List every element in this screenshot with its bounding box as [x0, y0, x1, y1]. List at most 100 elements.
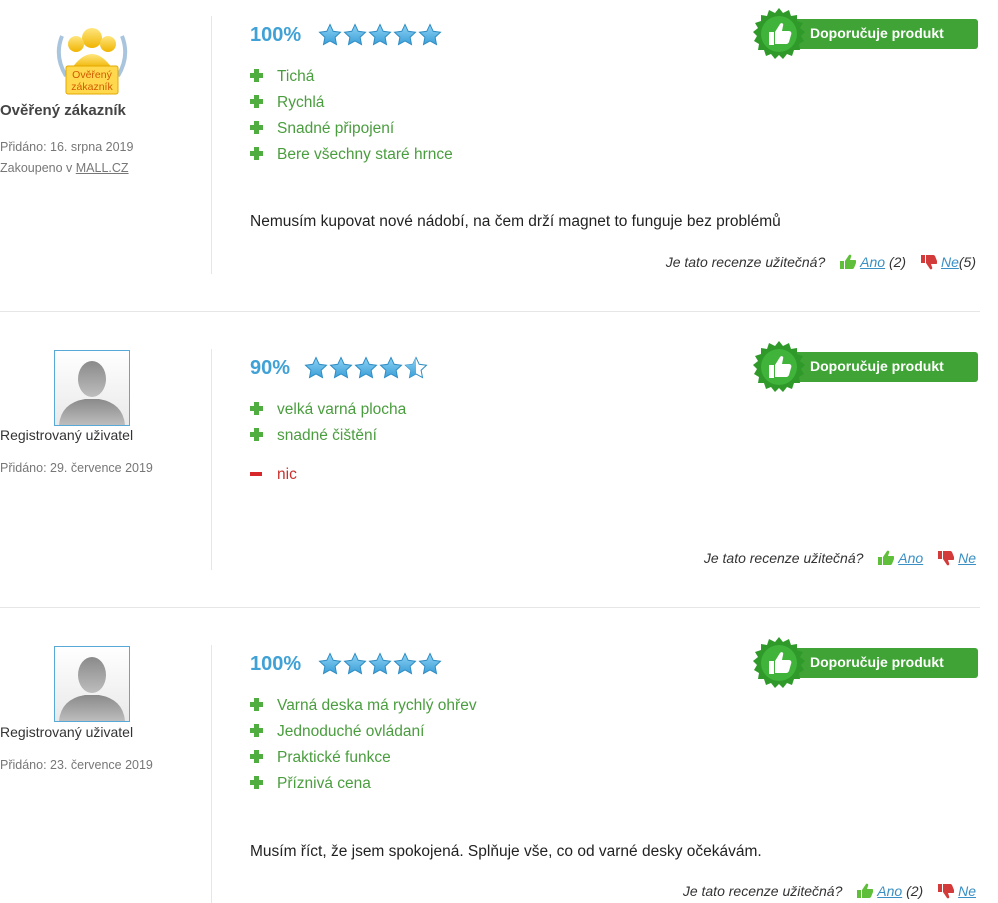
helpful-vote: Je tato recenze užitečná? Ano (2) Ne(5) [666, 254, 976, 270]
star-icon [343, 652, 367, 675]
verified-customer-badge-icon: Ověřený zákazník [52, 18, 132, 98]
star-icon [329, 356, 353, 379]
pro-item: snadné čištění [250, 425, 377, 447]
reviewer-name: Registrovaný uživatel [0, 427, 134, 443]
recommends-product-badge: Doporučuje produkt [752, 340, 980, 394]
star-icon [418, 652, 442, 675]
review-date: Přidáno: 29. července 2019 [0, 461, 153, 475]
plus-icon [250, 95, 263, 108]
star-icon [343, 23, 367, 46]
rating-stars [304, 356, 429, 384]
pro-item: Tichá [250, 66, 314, 88]
star-icon [318, 23, 342, 46]
plus-icon [250, 724, 263, 737]
minus-icon [250, 467, 263, 480]
pro-text: Tichá [277, 68, 315, 85]
review-item: Registrovaný uživatel Přidáno: 29. červe… [0, 312, 998, 607]
thumbs-up-icon[interactable] [839, 254, 857, 270]
rating-stars [318, 652, 443, 680]
helpful-yes-link[interactable]: Ano [898, 550, 923, 566]
helpful-no-link[interactable]: Ne [941, 254, 959, 270]
thumbs-up-icon[interactable] [877, 550, 895, 566]
plus-icon [250, 121, 263, 134]
user-avatar-placeholder-icon [54, 646, 130, 722]
user-avatar-placeholder-icon [54, 350, 130, 426]
review-date: Přidáno: 23. července 2019 [0, 758, 153, 772]
star-icon [304, 356, 328, 379]
half-star-icon [404, 356, 428, 379]
thumbs-down-icon[interactable] [937, 550, 955, 566]
recommend-label: Doporučuje produkt [810, 358, 944, 374]
pro-item: Příznivá cena [250, 773, 371, 795]
helpful-no-link[interactable]: Ne [958, 883, 976, 899]
thumbs-up-icon[interactable] [856, 883, 874, 899]
plus-icon [250, 402, 263, 415]
yes-count: (2) [906, 883, 924, 899]
star-icon [418, 23, 442, 46]
con-text: nic [277, 466, 297, 483]
review-score: 100% [250, 24, 302, 46]
pro-text: Praktické funkce [277, 749, 391, 766]
verified-badge-text-1: Ověřený [72, 69, 112, 81]
review-meta: Přidáno: 16. srpna 2019 Zakoupeno v MALL… [0, 137, 185, 179]
pro-text: velká varná plocha [277, 401, 407, 418]
reviewer-name: Registrovaný uživatel [0, 724, 134, 740]
star-icon [368, 652, 392, 675]
pro-item: Bere všechny staré hrnce [250, 144, 453, 166]
review-score: 100% [250, 653, 302, 675]
review-text: Nemusím kupovat nové nádobí, na čem drží… [250, 213, 781, 230]
star-icon [393, 23, 417, 46]
recommend-label: Doporučuje produkt [810, 654, 944, 670]
pro-item: Praktické funkce [250, 747, 391, 769]
verified-badge-text-2: zákazník [71, 81, 113, 93]
helpful-yes-link[interactable]: Ano [877, 883, 902, 899]
pro-item: Rychlá [250, 92, 324, 114]
thumbs-up-seal-icon [753, 8, 805, 59]
review-text: Musím říct, že jsem spokojená. Splňuje v… [250, 843, 762, 860]
recommend-label: Doporučuje produkt [810, 25, 944, 41]
pro-item: Jednoduché ovládaní [250, 721, 424, 743]
thumbs-up-seal-icon [753, 637, 805, 688]
plus-icon [250, 750, 263, 763]
purchase-prefix: Zakoupeno v [0, 161, 73, 175]
column-divider [211, 349, 212, 570]
helpful-question: Je tato recenze užitečná? [665, 254, 826, 270]
review-item: Ověřený zákazník Ověřený zákazník Přidán… [0, 0, 998, 310]
star-icon [318, 652, 342, 675]
plus-icon [250, 69, 263, 82]
rating-stars [318, 23, 443, 51]
review-date: Přidáno: 16. srpna 2019 [0, 140, 134, 154]
pro-item: velká varná plocha [250, 399, 406, 421]
pro-text: Snadné připojení [277, 120, 395, 137]
thumbs-down-icon[interactable] [920, 254, 937, 270]
thumbs-down-icon[interactable] [937, 883, 955, 899]
helpful-yes-link[interactable]: Ano [860, 254, 885, 270]
star-icon [354, 356, 378, 379]
star-icon [393, 652, 417, 675]
purchase-info: Zakoupeno v MALL.CZ [0, 158, 185, 179]
thumbs-up-seal-icon [753, 341, 805, 392]
review-score: 90% [250, 357, 291, 379]
star-icon [379, 356, 403, 379]
plus-icon [250, 428, 263, 441]
review-item: Registrovaný uživatel Přidáno: 23. červe… [0, 608, 998, 903]
plus-icon [250, 776, 263, 789]
pro-text: Varná deska má rychlý ohřev [277, 697, 477, 714]
no-count: (5) [958, 254, 976, 270]
column-divider [211, 645, 212, 903]
plus-icon [250, 698, 263, 711]
store-link[interactable]: MALL.CZ [76, 161, 129, 175]
reviewer-name: Ověřený zákazník [0, 102, 126, 119]
con-item: nic [250, 464, 297, 486]
pro-text: Příznivá cena [277, 775, 371, 792]
pro-text: Rychlá [277, 94, 325, 111]
pro-text: Bere všechny staré hrnce [277, 146, 453, 163]
helpful-vote: Je tato recenze užitečná? Ano Ne [704, 550, 976, 566]
pro-text: Jednoduché ovládaní [277, 723, 425, 740]
star-icon [368, 23, 392, 46]
pro-item: Varná deska má rychlý ohřev [250, 695, 477, 717]
pro-item: Snadné připojení [250, 118, 394, 140]
helpful-no-link[interactable]: Ne [958, 550, 976, 566]
helpful-vote: Je tato recenze užitečná? Ano (2) Ne [683, 883, 976, 899]
pro-text: snadné čištění [277, 427, 377, 444]
